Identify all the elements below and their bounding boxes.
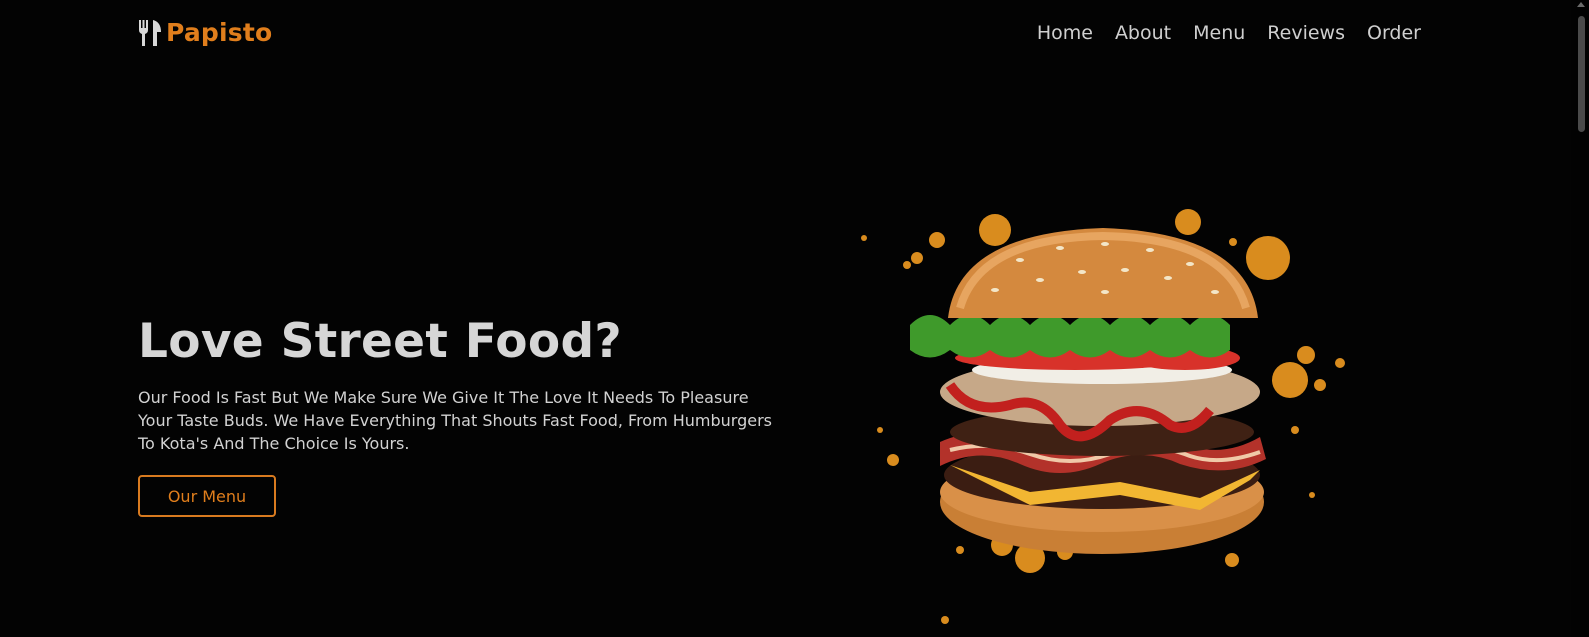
- scroll-thumb[interactable]: [1578, 16, 1585, 132]
- our-menu-button[interactable]: Our Menu: [138, 475, 276, 517]
- burger-image: [861, 209, 1345, 624]
- scroll-up-arrow-icon[interactable]: [1577, 2, 1585, 7]
- hero-description: Our Food Is Fast But We Make Sure We Giv…: [138, 388, 773, 453]
- nav-links: Home About Menu Reviews Order: [1037, 22, 1421, 44]
- scrollbar[interactable]: [1571, 0, 1589, 637]
- brand-name: Papisto: [166, 18, 273, 47]
- navbar: Papisto Home About Menu Reviews Order: [0, 0, 1570, 72]
- nav-about[interactable]: About: [1115, 22, 1171, 44]
- nav-reviews[interactable]: Reviews: [1267, 22, 1345, 44]
- nav-home[interactable]: Home: [1037, 22, 1093, 44]
- nav-menu[interactable]: Menu: [1193, 22, 1245, 44]
- utensils-icon: [139, 19, 161, 46]
- nav-order[interactable]: Order: [1367, 22, 1421, 44]
- hero-title: Love Street Food?: [138, 314, 622, 369]
- page: Papisto Home About Menu Reviews Order Lo…: [0, 0, 1589, 637]
- brand-logo[interactable]: Papisto: [138, 18, 272, 47]
